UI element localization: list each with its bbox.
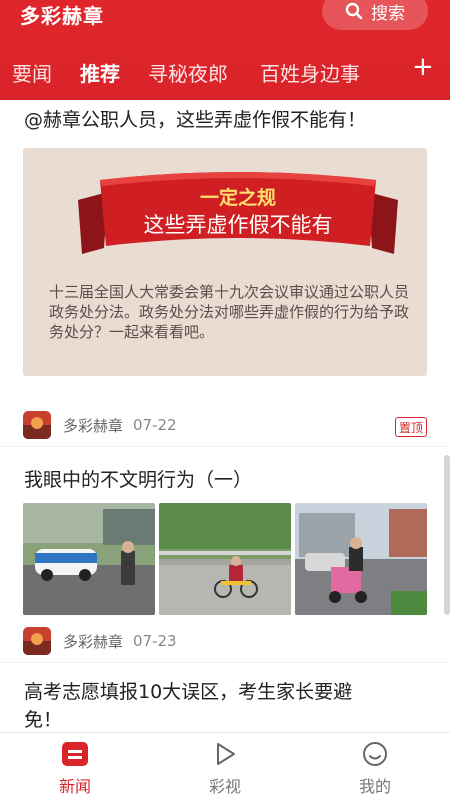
- nav-news[interactable]: 新闻: [35, 739, 115, 797]
- source-name: 多彩赫章: [63, 416, 124, 435]
- plus-icon[interactable]: +: [412, 52, 434, 82]
- banner-subheading: 这些弄虚作假不能有: [144, 213, 333, 237]
- tab-yaowen[interactable]: 要闻: [12, 58, 52, 87]
- play-icon: [185, 739, 265, 769]
- article-title[interactable]: 高考志愿填报10大误区，考生家长要避: [24, 676, 352, 708]
- search-button[interactable]: 搜索: [322, 0, 428, 30]
- pinned-badge: 置顶: [395, 417, 427, 437]
- scrollbar[interactable]: [444, 455, 450, 615]
- source-avatar: [23, 411, 51, 439]
- news-icon: [35, 739, 115, 769]
- source-name: 多彩赫章: [63, 632, 124, 651]
- divider: [0, 446, 450, 447]
- nav-label: 新闻: [58, 777, 91, 796]
- search-icon: [345, 2, 363, 20]
- banner-heading: 一定之规: [200, 186, 276, 209]
- article-title[interactable]: 我眼中的不文明行为（一）: [24, 464, 252, 496]
- article-title-continued[interactable]: 免！: [24, 704, 62, 732]
- ribbon-banner: 一定之规 这些弄虚作假不能有: [78, 172, 398, 254]
- source-avatar: [23, 627, 51, 655]
- tab-tuijian[interactable]: 推荐: [80, 58, 120, 87]
- thumbnail-image[interactable]: [159, 503, 291, 615]
- article-title[interactable]: @赫章公职人员，这些弄虚作假不能有！: [24, 104, 366, 136]
- divider: [0, 662, 450, 663]
- news-feed[interactable]: @赫章公职人员，这些弄虚作假不能有！ 一定之规 这些弄虚作假不能有 十三届全国人…: [0, 100, 450, 732]
- channel-tabs: 要闻 推荐 寻秘夜郎 百姓身边事 +: [0, 50, 450, 94]
- app-header: 多彩赫章 搜索 要闻 推荐 寻秘夜郎 百姓身边事 +: [0, 0, 450, 100]
- thumbnail-image[interactable]: [23, 503, 155, 615]
- photo-strip[interactable]: [23, 503, 427, 615]
- tab-baixing[interactable]: 百姓身边事: [260, 58, 360, 87]
- nav-label: 我的: [358, 777, 391, 796]
- article-meta: 多彩赫章 07-23: [23, 626, 177, 656]
- hero-summary-text: 十三届全国人大常委会第十九次会议审议通过公职人员政务处分法。政务处分法对哪些弄虚…: [49, 283, 410, 341]
- bottom-nav: 新闻 彩视 我的: [0, 732, 450, 800]
- search-label: 搜索: [371, 3, 405, 24]
- nav-me[interactable]: 我的: [335, 739, 415, 797]
- article-meta: 多彩赫章 07-22: [23, 410, 177, 440]
- app-title: 多彩赫章: [20, 4, 104, 28]
- top-bar: 多彩赫章 搜索: [0, 0, 450, 40]
- thumbnail-image[interactable]: [295, 503, 427, 615]
- nav-video[interactable]: 彩视: [185, 739, 265, 797]
- publish-date: 07-23: [133, 632, 177, 650]
- nav-label: 彩视: [208, 777, 241, 796]
- publish-date: 07-22: [133, 416, 177, 434]
- smile-icon: [335, 739, 415, 769]
- article-hero-image[interactable]: 一定之规 这些弄虚作假不能有 十三届全国人大常委会第十九次会议审议通过公职人员政…: [23, 148, 427, 376]
- tab-xunmi-yelang[interactable]: 寻秘夜郎: [148, 58, 228, 87]
